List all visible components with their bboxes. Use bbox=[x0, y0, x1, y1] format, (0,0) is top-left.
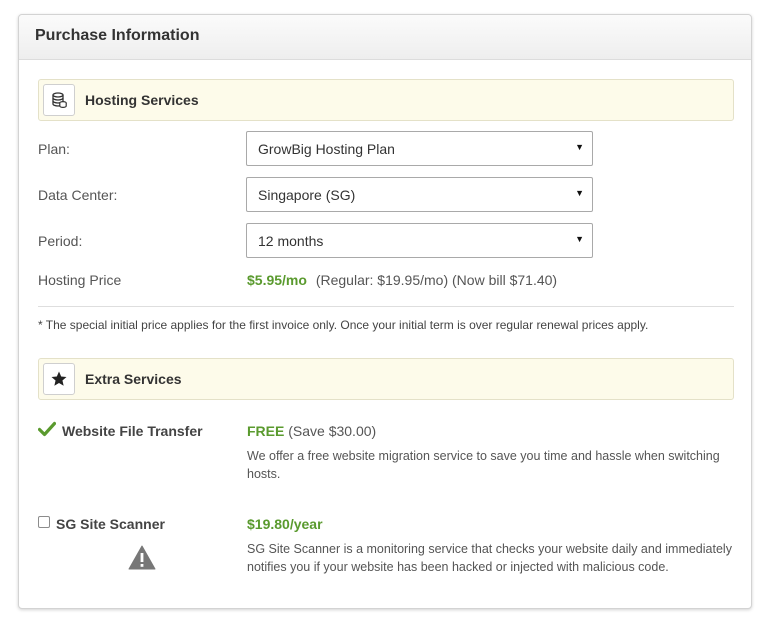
panel-title: Purchase Information bbox=[19, 15, 751, 60]
plan-select-value: GrowBig Hosting Plan bbox=[258, 141, 395, 157]
plan-label: Plan: bbox=[38, 141, 70, 157]
website-file-transfer-price-line: FREE (Save $30.00) bbox=[247, 423, 376, 439]
site-scanner-price: $19.80/year bbox=[247, 516, 323, 532]
website-file-transfer-description: We offer a free website migration servic… bbox=[247, 449, 720, 481]
database-icon bbox=[43, 84, 75, 116]
hosting-services-title: Hosting Services bbox=[85, 92, 199, 108]
hosting-price-label: Hosting Price bbox=[38, 272, 122, 288]
data-center-label: Data Center: bbox=[38, 187, 118, 203]
star-icon bbox=[43, 363, 75, 395]
website-file-transfer-name: Website File Transfer bbox=[62, 423, 203, 439]
chevron-down-icon: ▼ bbox=[575, 142, 584, 152]
divider bbox=[38, 306, 734, 307]
warning-icon bbox=[128, 545, 156, 575]
hosting-services-header: Hosting Services bbox=[38, 79, 734, 121]
site-scanner-checkbox[interactable] bbox=[38, 516, 50, 528]
period-select[interactable]: 12 months ▼ bbox=[246, 223, 593, 258]
hosting-price-regular: (Regular: $19.95/mo) bbox=[315, 272, 449, 288]
checkmark-icon bbox=[37, 421, 57, 442]
data-center-select-value: Singapore (SG) bbox=[258, 187, 356, 203]
hosting-price-now-bill: (Now bill $71.40) bbox=[452, 272, 558, 288]
period-label: Period: bbox=[38, 233, 83, 249]
extra-services-title: Extra Services bbox=[85, 371, 182, 387]
period-select-value: 12 months bbox=[258, 233, 324, 249]
chevron-down-icon: ▼ bbox=[575, 188, 584, 198]
chevron-down-icon: ▼ bbox=[575, 234, 584, 244]
extra-services-header: Extra Services bbox=[38, 358, 734, 400]
website-file-transfer-price: FREE bbox=[247, 423, 285, 439]
hosting-price-amount: $5.95/mo bbox=[247, 272, 307, 288]
hosting-price-value: $5.95/mo (Regular: $19.95/mo) (Now bill … bbox=[247, 272, 557, 288]
plan-select[interactable]: GrowBig Hosting Plan ▼ bbox=[246, 131, 593, 166]
initial-price-note: * The special initial price applies for … bbox=[38, 318, 649, 332]
site-scanner-name: SG Site Scanner bbox=[56, 516, 165, 532]
purchase-information-panel: Purchase Information Hosting Services Pl… bbox=[18, 14, 752, 609]
website-file-transfer-save: (Save $30.00) bbox=[288, 423, 377, 439]
site-scanner-description: SG Site Scanner is a monitoring service … bbox=[247, 542, 732, 574]
data-center-select[interactable]: Singapore (SG) ▼ bbox=[246, 177, 593, 212]
